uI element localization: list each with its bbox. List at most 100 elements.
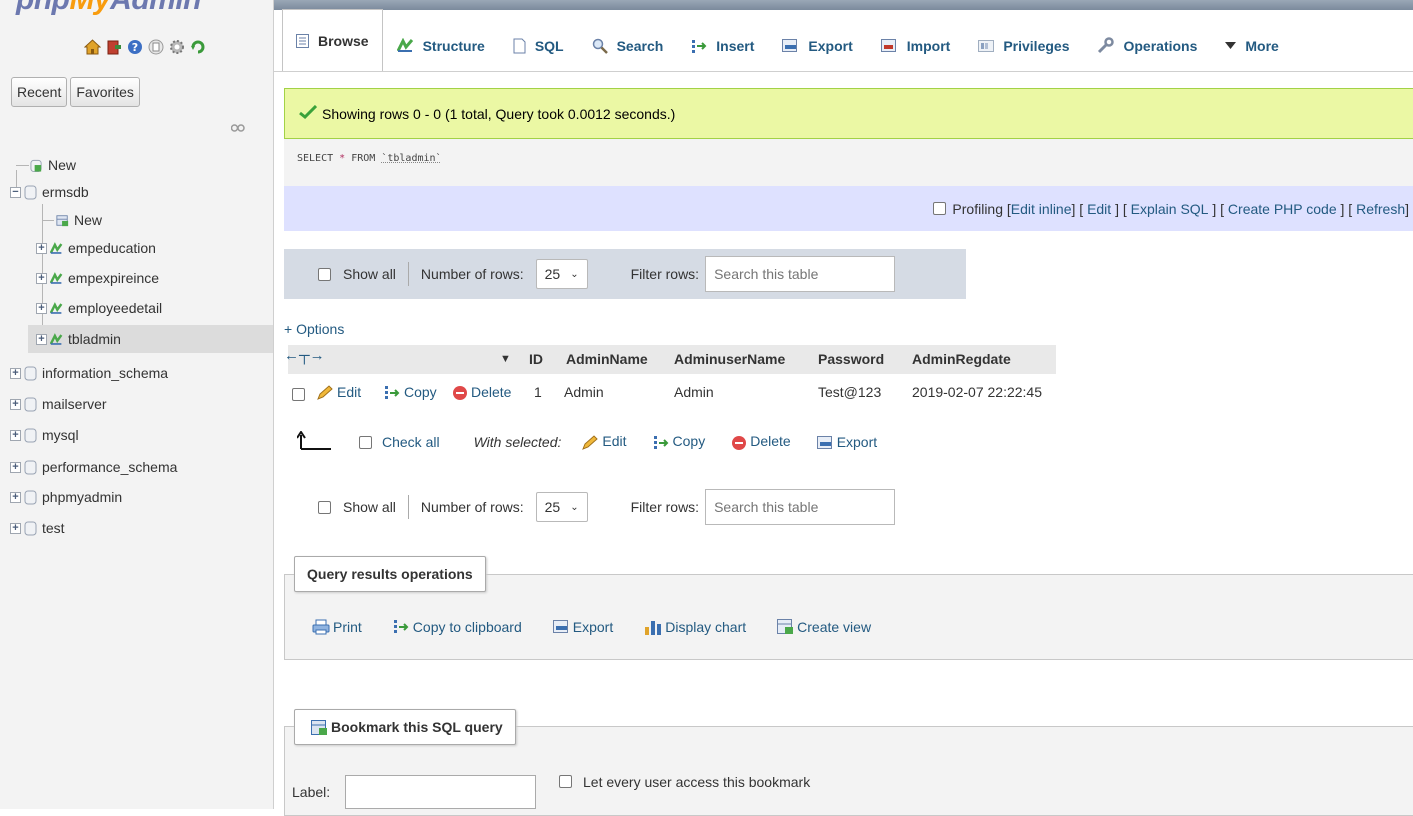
bulk-delete-button[interactable]: Delete (731, 433, 791, 451)
with-selected-label: With selected: (473, 434, 562, 450)
phpmyadmin-logo[interactable]: phpMyAdmin (16, 0, 201, 16)
tree-item-label: performance_schema (42, 459, 178, 475)
row-copy-link[interactable]: Copy (384, 384, 437, 401)
sql-query-display[interactable]: SELECT * FROM `tbladmin` (284, 139, 1413, 186)
cell-password: Test@123 (818, 384, 882, 400)
edit-link[interactable]: Edit (1087, 201, 1111, 217)
cell-adminname: Admin (564, 384, 604, 400)
tree-item-empexpireince[interactable]: + empexpireince (36, 264, 159, 292)
bar-chart-icon (644, 619, 662, 635)
show-all-checkbox[interactable] (318, 267, 331, 281)
tree-item-ermsdb[interactable]: − ermsdb (10, 178, 89, 206)
export-icon (552, 620, 570, 634)
tab-search[interactable]: Search (578, 19, 678, 71)
row-edit-link[interactable]: Edit (316, 384, 361, 401)
tree-item-empeducation[interactable]: + empeducation (36, 234, 156, 262)
create-view-link[interactable]: Create view (777, 619, 871, 635)
refresh-link[interactable]: Refresh (1356, 201, 1405, 217)
expand-icon[interactable]: + (10, 522, 21, 534)
docs-icon[interactable] (147, 38, 164, 55)
export-icon (816, 436, 834, 450)
column-header-password[interactable]: Password (818, 351, 884, 367)
rows-label: Number of rows: (420, 266, 524, 282)
rows-select[interactable]: 25 ⌄ (535, 259, 588, 289)
query-results-operation-links: Print Copy to clipboard Export Display c… (312, 619, 871, 635)
tab-operations[interactable]: Operations (1083, 19, 1211, 71)
expand-icon[interactable]: + (36, 333, 47, 345)
bulk-export-button[interactable]: Export (816, 434, 877, 450)
print-link[interactable]: Print (312, 619, 362, 635)
check-all-checkbox[interactable] (359, 435, 372, 449)
tree-item-information-schema[interactable]: + information_schema (10, 359, 168, 387)
tree-item-employeedetail[interactable]: + employeedetail (36, 294, 162, 322)
recent-tab[interactable]: Recent (11, 77, 68, 107)
divider (407, 495, 409, 519)
main-tab-bar: Browse Structure SQL Search Insert Expor… (274, 9, 1413, 72)
profiling-checkbox[interactable] (933, 202, 947, 215)
column-header-adminusername[interactable]: AdminuserName (674, 351, 785, 367)
expand-icon[interactable]: + (36, 302, 47, 314)
row-delete-link[interactable]: Delete (452, 384, 511, 401)
delete-icon (731, 435, 747, 451)
show-all-label: Show all (343, 266, 396, 282)
expand-icon[interactable]: + (10, 429, 21, 441)
tab-more[interactable]: More (1211, 19, 1292, 71)
filter-rows-input[interactable] (705, 256, 896, 292)
display-chart-link[interactable]: Display chart (644, 619, 746, 635)
column-header-adminregdate[interactable]: AdminRegdate (912, 351, 1011, 367)
structure-icon (396, 38, 414, 53)
favorites-tab[interactable]: Favorites (70, 77, 140, 107)
expand-icon[interactable]: + (36, 242, 47, 254)
tree-item-tbladmin[interactable]: + tbladmin (28, 325, 273, 353)
tab-browse[interactable]: Browse (282, 9, 383, 71)
tab-export[interactable]: Export (768, 19, 866, 71)
check-all-label[interactable]: Check all (382, 434, 440, 450)
tab-privileges[interactable]: Privileges (964, 19, 1083, 71)
create-php-code-link[interactable]: Create PHP code (1228, 201, 1337, 217)
tree-item-phpmyadmin[interactable]: + phpmyadmin (10, 483, 122, 511)
bulk-copy-button[interactable]: Copy (653, 433, 705, 450)
options-link[interactable]: + Options (284, 321, 344, 337)
export-link[interactable]: Export (552, 619, 613, 635)
expand-icon[interactable]: + (10, 367, 21, 379)
row-checkbox[interactable] (292, 385, 305, 401)
home-icon[interactable] (84, 38, 101, 55)
copy-to-clipboard-link[interactable]: Copy to clipboard (393, 619, 522, 635)
column-header-id[interactable]: ID (529, 351, 543, 367)
tree-item-performance-schema[interactable]: + performance_schema (10, 453, 177, 481)
edit-inline-link[interactable]: Edit inline (1011, 201, 1072, 217)
tree-item-mailserver[interactable]: + mailserver (10, 390, 107, 418)
bookmark-label-input[interactable] (345, 775, 536, 809)
tab-insert[interactable]: Insert (677, 19, 768, 71)
sql-icon (513, 38, 526, 54)
bulk-edit-button[interactable]: Edit (581, 433, 627, 450)
tree-item-mysql[interactable]: + mysql (10, 421, 79, 449)
tree-item-new-database[interactable]: New (30, 151, 76, 179)
tab-sql[interactable]: SQL (499, 19, 578, 71)
rows-select[interactable]: 25 ⌄ (535, 492, 588, 522)
collapse-icon[interactable]: − (10, 186, 21, 198)
expand-icon[interactable]: + (10, 491, 21, 503)
show-all-checkbox[interactable] (318, 500, 331, 514)
expand-icon[interactable]: + (36, 272, 47, 284)
logout-icon[interactable] (105, 38, 122, 55)
explain-sql-link[interactable]: Explain SQL (1131, 201, 1209, 217)
tree-item-new-table[interactable]: New (56, 206, 102, 234)
tab-import[interactable]: Import (867, 19, 965, 71)
tab-structure[interactable]: Structure (383, 19, 499, 71)
column-arrows[interactable]: ←┬→ (284, 347, 325, 364)
sort-toggle-icon[interactable]: ▼ (500, 353, 511, 365)
settings-icon[interactable] (168, 38, 185, 55)
expand-icon[interactable]: + (10, 398, 21, 410)
filter-rows-input[interactable] (705, 489, 896, 525)
reload-icon[interactable] (189, 38, 206, 55)
column-header-adminname[interactable]: AdminName (566, 351, 648, 367)
help-icon[interactable]: ? (126, 38, 143, 55)
link-icon[interactable] (230, 119, 245, 135)
tree-item-test[interactable]: + test (10, 514, 65, 542)
tree-item-label: employeedetail (68, 300, 163, 316)
share-bookmark-checkbox[interactable] (559, 775, 572, 788)
print-icon (312, 619, 330, 635)
cell-adminusername: Admin (674, 384, 714, 400)
expand-icon[interactable]: + (10, 461, 21, 473)
